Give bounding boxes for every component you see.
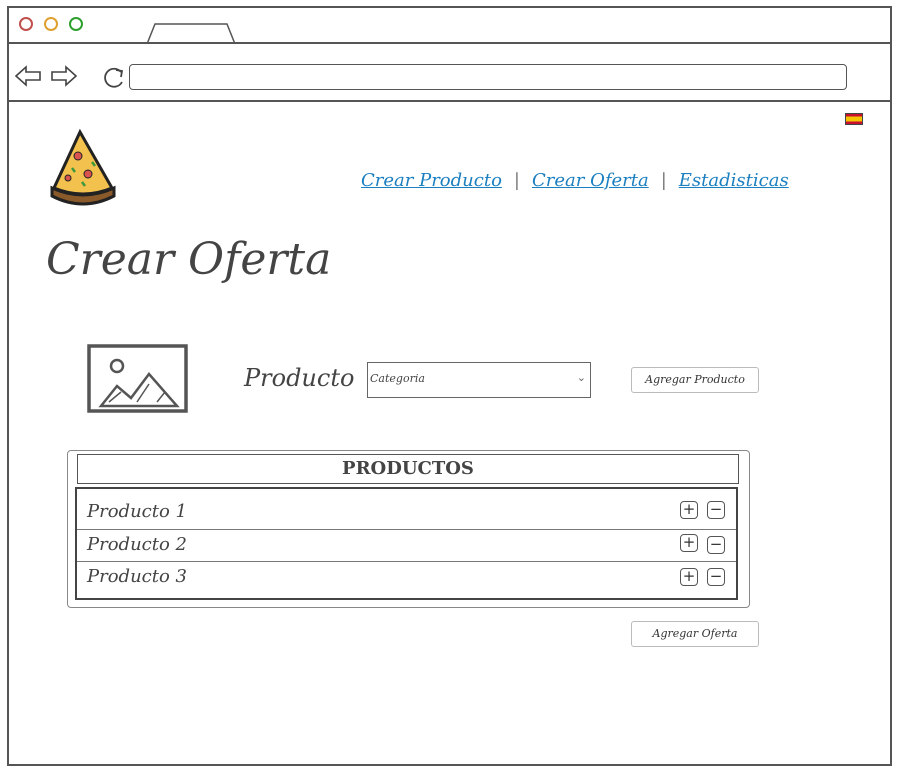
product-name: Producto 2	[87, 534, 187, 555]
plus-icon[interactable]: +	[680, 501, 698, 519]
maximize-dot[interactable]	[69, 17, 83, 31]
product-name: Producto 3	[87, 566, 187, 587]
minus-icon[interactable]: −	[707, 536, 725, 554]
nav-crear-producto[interactable]: Crear Producto	[361, 170, 502, 191]
address-bar[interactable]	[129, 64, 847, 90]
nav-separator: |	[513, 170, 520, 191]
nav-crear-oferta[interactable]: Crear Oferta	[532, 170, 649, 191]
pizza-logo-icon	[50, 128, 116, 206]
minimize-dot[interactable]	[44, 17, 58, 31]
products-list: Producto 1 + − Producto 2 + − Producto 3…	[75, 487, 738, 600]
list-item: Producto 3 + −	[77, 561, 736, 593]
forward-icon[interactable]	[50, 64, 78, 88]
add-product-button[interactable]: Agregar Producto	[631, 367, 759, 393]
spain-flag-icon[interactable]	[845, 113, 863, 125]
browser-tab[interactable]	[147, 22, 235, 44]
image-placeholder-icon[interactable]	[87, 344, 189, 414]
chevron-down-icon: ⌄	[576, 371, 586, 384]
product-name: Producto 1	[87, 501, 187, 522]
nav-estadisticas[interactable]: Estadisticas	[679, 170, 789, 191]
page-title: Crear Oferta	[46, 234, 332, 285]
minus-icon[interactable]: −	[707, 501, 725, 519]
reload-icon[interactable]	[101, 64, 127, 90]
category-select-value: Categoria	[370, 372, 425, 385]
minus-icon[interactable]: −	[707, 568, 725, 586]
browser-titlebar	[7, 6, 892, 44]
products-header: PRODUCTOS	[77, 454, 739, 484]
plus-icon[interactable]: +	[680, 568, 698, 586]
product-label: Producto	[244, 364, 355, 392]
add-offer-button[interactable]: Agregar Oferta	[631, 621, 759, 647]
back-icon[interactable]	[14, 64, 42, 88]
close-dot[interactable]	[19, 17, 33, 31]
category-select[interactable]: Categoria ⌄	[367, 362, 591, 398]
list-item: Producto 2 + −	[77, 529, 736, 561]
list-item: Producto 1 + −	[77, 497, 736, 529]
nav-separator: |	[660, 170, 667, 191]
main-nav: Crear Producto | Crear Oferta | Estadisticas	[361, 170, 789, 191]
plus-icon[interactable]: +	[680, 534, 698, 552]
